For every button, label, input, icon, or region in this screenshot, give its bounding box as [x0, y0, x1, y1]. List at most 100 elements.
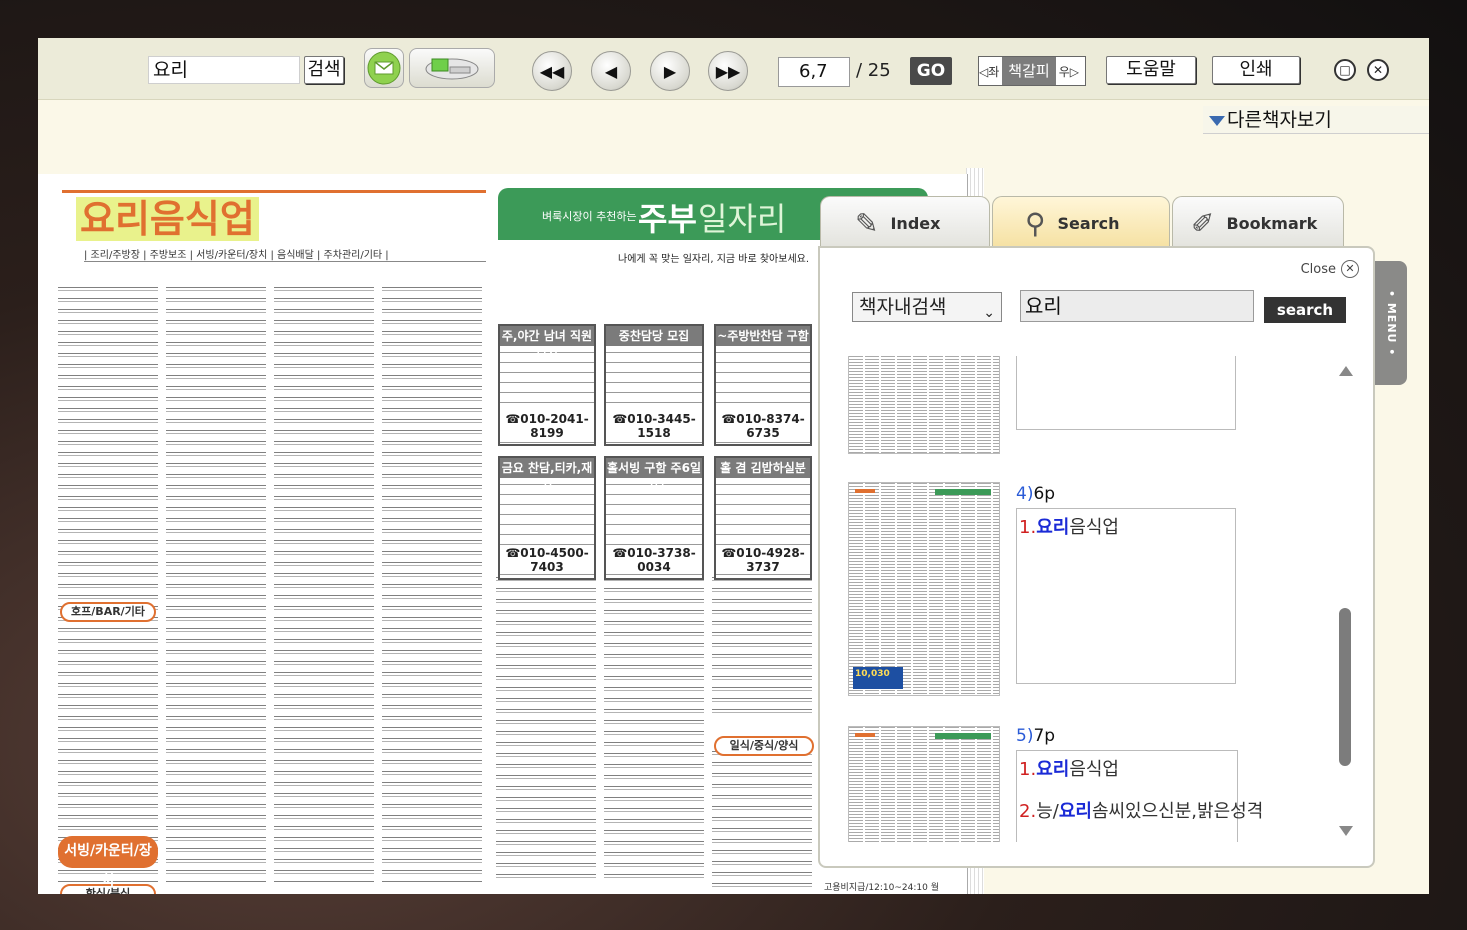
save-button[interactable]: [409, 48, 495, 88]
tab-bookmark[interactable]: ✐ Bookmark: [1172, 196, 1344, 250]
thumb-badge: 10,030: [853, 667, 903, 689]
search-query-input[interactable]: 요리: [1020, 290, 1254, 322]
disk-icon: [425, 58, 479, 80]
category-pill: 일식/중식/양식: [714, 736, 814, 756]
panel-close-button[interactable]: Close ✕: [1301, 260, 1359, 278]
bookmark-prev-button[interactable]: ◁좌: [979, 63, 999, 80]
ebook-viewer: 요리 검색 ◀◀ ◀ ▶ ▶▶ 6,7 / 25 GO ◁좌 책갈피 우▷ 도움…: [38, 38, 1429, 894]
triangle-down-icon: [1209, 116, 1225, 126]
thumb-mark: [855, 489, 875, 493]
scroll-down-arrow-icon[interactable]: [1339, 826, 1353, 836]
ad-phone: ☎010-3445-1518: [606, 412, 702, 440]
menu-tab[interactable]: • MENU •: [1375, 261, 1407, 385]
ad-box: 중찬담당 모집 ☎010-3445-1518: [604, 324, 704, 446]
result-snippet-box: 1.요리음식업 2.능/요리솜씨있으신분,밝은성격: [1016, 750, 1263, 842]
bookmark-control: ◁좌 책갈피 우▷: [978, 56, 1086, 86]
ad-heading: ~주방반찬담 구함~: [716, 326, 810, 363]
result-snippet-box: 1.요리음식업: [1016, 508, 1236, 684]
section-title: 요리음식업: [76, 197, 259, 241]
result-thumbnail[interactable]: 10,030: [848, 482, 1000, 696]
ad-phone: ☎010-8374-6735: [716, 412, 810, 440]
thumb-mark: [935, 733, 991, 739]
result-title[interactable]: 4)6p: [1016, 484, 1055, 504]
left-arrow-icon: ◀: [604, 61, 618, 81]
results-scrollbar[interactable]: [1336, 356, 1356, 842]
maximize-icon: □: [1339, 63, 1351, 77]
envelope-icon: [367, 51, 401, 85]
tab-index[interactable]: ✎ Index: [820, 196, 990, 250]
scrollbar-thumb[interactable]: [1339, 608, 1351, 766]
scroll-up-arrow-icon[interactable]: [1339, 366, 1353, 376]
result-number: 5): [1016, 726, 1034, 746]
banner-subtitle: 나에게 꼭 맞는 일자리, 지금 바로 찾아보세요.: [618, 254, 810, 265]
toolbar-search-input[interactable]: 요리: [148, 56, 300, 84]
close-icon: ✕: [1372, 63, 1384, 77]
tab-bookmark-label: Bookmark: [1226, 214, 1318, 233]
classified-column: [274, 284, 374, 884]
result-snippet[interactable]: 1.요리음식업: [1019, 513, 1119, 539]
page-bottom-fragment: 고용비지급/12:10~24:10 월: [824, 883, 939, 893]
search-scope-select[interactable]: 책자내검색 ⌄: [852, 292, 1002, 322]
next-page-button[interactable]: ▶: [650, 51, 690, 91]
tab-search-label: Search: [1057, 214, 1120, 233]
snippet-number: 2.: [1019, 801, 1037, 822]
snippet-text: 음식업: [1069, 759, 1119, 780]
result-title[interactable]: 5)7p: [1016, 726, 1055, 746]
ad-heading: 금요 찬담,티카,재서: [500, 458, 594, 495]
classified-column: [166, 284, 266, 884]
close-circle-icon: ✕: [1341, 260, 1359, 278]
search-panel-body: Close ✕ 책자내검색 ⌄ 요리 search 10,030 4)6p 1.…: [818, 246, 1375, 868]
search-submit-button[interactable]: search: [1264, 297, 1346, 323]
toolbar: 요리 검색 ◀◀ ◀ ▶ ▶▶ 6,7 / 25 GO ◁좌 책갈피 우▷ 도움…: [38, 38, 1429, 100]
maximize-button[interactable]: □: [1334, 59, 1356, 81]
ad-box: ~주방반찬담 구함~ ☎010-8374-6735: [714, 324, 812, 446]
ad-heading: 중찬담당 모집: [606, 326, 702, 346]
result-thumbnail[interactable]: [848, 726, 1000, 842]
section-title-bar: 요리음식업: [62, 190, 486, 241]
snippet-keyword: 요리: [1036, 759, 1070, 780]
ad-box: 주,야간 남녀 직원 모집 ☎010-2041-8199: [498, 324, 596, 446]
result-snippet-box: [1016, 356, 1236, 430]
go-button[interactable]: GO: [910, 57, 952, 85]
ad-heading: 홀서빙 구함 주6일근무: [606, 458, 702, 495]
print-button[interactable]: 인쇄: [1212, 56, 1300, 84]
result-thumbnail[interactable]: [848, 356, 1000, 454]
right-arrow-icon: ▶: [663, 61, 677, 81]
page-total: / 25: [856, 60, 891, 81]
bookmark-next-button[interactable]: 우▷: [1059, 63, 1079, 80]
banner-small-text: 벼룩시장이 추천하는: [542, 210, 637, 223]
toolbar-search-button[interactable]: 검색: [304, 56, 344, 84]
prev-page-button[interactable]: ◀: [591, 51, 631, 91]
other-books-label: 다른책자보기: [1227, 109, 1332, 131]
result-snippet[interactable]: 1.요리음식업: [1019, 755, 1119, 781]
double-right-arrow-icon: ▶▶: [715, 61, 741, 81]
tab-search[interactable]: ⚲ Search: [992, 196, 1170, 250]
bookmark-button[interactable]: 책갈피: [1002, 57, 1056, 85]
result-page: 7p: [1033, 726, 1056, 746]
page-number-input[interactable]: 6,7: [778, 57, 850, 87]
other-books-dropdown[interactable]: 다른책자보기: [1203, 106, 1429, 134]
ad-heading: 주,야간 남녀 직원 모집: [500, 326, 594, 363]
classified-column: [712, 574, 812, 714]
classified-column: [58, 284, 158, 884]
snippet-number: 1.: [1019, 517, 1037, 538]
email-button[interactable]: [364, 48, 404, 88]
snippet-pre: 능/: [1036, 801, 1059, 822]
help-button[interactable]: 도움말: [1106, 56, 1196, 84]
ad-box: 홀서빙 구함 주6일근무 ☎010-3738-0034: [604, 456, 704, 580]
result-number: 4): [1016, 484, 1034, 504]
close-window-button[interactable]: ✕: [1367, 59, 1389, 81]
classified-column: [712, 748, 812, 888]
scope-value: 책자내검색: [859, 296, 947, 318]
snippet-keyword: 요리: [1036, 517, 1070, 538]
last-page-button[interactable]: ▶▶: [708, 51, 748, 91]
snippet-keyword: 요리: [1058, 801, 1092, 822]
result-snippet[interactable]: 2.능/요리솜씨있으신분,밝은성격: [1019, 797, 1263, 823]
thumb-mark: [855, 733, 875, 737]
first-page-button[interactable]: ◀◀: [532, 51, 572, 91]
ad-heading: 홀 겸 김밥하실분: [716, 458, 810, 478]
close-label: Close: [1300, 261, 1336, 277]
bookmark-pen-icon: ✐: [1191, 207, 1215, 240]
tab-index-label: Index: [890, 214, 941, 233]
ad-box: 금요 찬담,티카,재서 ☎010-4500-7403: [498, 456, 596, 580]
